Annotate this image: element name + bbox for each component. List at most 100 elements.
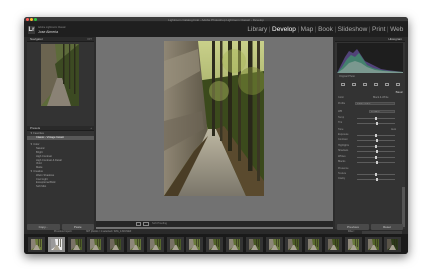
filmstrip-thumbnail[interactable] xyxy=(325,237,342,252)
filmstrip-thumbnail[interactable] xyxy=(285,237,303,252)
temp-slider[interactable] xyxy=(357,116,395,120)
filmstrip-count: 307 photos / 1 selected / IMG_1319.NEF xyxy=(86,230,132,234)
auto-tone-button[interactable]: Auto xyxy=(391,128,396,131)
thumbnail-image xyxy=(169,239,181,250)
before-after-icon[interactable] xyxy=(143,222,149,226)
thumbnail-image xyxy=(229,239,240,250)
spot-removal-icon[interactable] xyxy=(351,83,356,86)
left-panel: Navigator FIT Presets + ▼ Favorites Class… xyxy=(27,37,94,229)
navigator-preview[interactable] xyxy=(41,44,79,106)
contrast-label: Contrast xyxy=(338,138,348,141)
tint-slider[interactable] xyxy=(357,121,395,125)
develop-toolbar: Soft Proofing xyxy=(96,221,333,227)
adjustment-brush-icon[interactable] xyxy=(395,83,400,86)
exposure-slider[interactable] xyxy=(357,133,395,137)
module-print[interactable]: Print xyxy=(370,26,387,34)
filmstrip-thumbnail[interactable] xyxy=(146,237,164,252)
image-display-area xyxy=(96,37,333,229)
wb-dropdown[interactable]: As Shot xyxy=(369,109,395,113)
filmstrip-thumbnail[interactable] xyxy=(87,237,105,252)
radial-filter-icon[interactable] xyxy=(384,83,389,86)
main-photo[interactable] xyxy=(164,41,264,196)
tool-strip xyxy=(337,82,403,87)
filmstrip-thumbnail[interactable] xyxy=(226,237,243,252)
thumbnail-image xyxy=(367,239,379,250)
module-slideshow[interactable]: Slideshow xyxy=(336,26,369,34)
module-map[interactable]: Map xyxy=(299,26,315,34)
profile-dropdown[interactable]: Adobe Color xyxy=(355,101,395,105)
filmstrip-thumbnail[interactable] xyxy=(265,237,283,252)
filmstrip-thumbnail[interactable] xyxy=(245,237,263,252)
wb-label: WB xyxy=(338,110,343,113)
whites-label: Whites xyxy=(338,155,346,158)
whites-slider[interactable] xyxy=(357,155,395,159)
thumbnail-image xyxy=(209,239,221,250)
right-panel-scrollbar[interactable] xyxy=(402,187,405,227)
thumbnail-image xyxy=(308,239,320,250)
presence-label: Presence xyxy=(338,167,349,170)
graduated-filter-icon[interactable] xyxy=(373,83,378,86)
contrast-slider[interactable] xyxy=(357,138,395,142)
owner-name: Jose Almeria xyxy=(38,29,59,34)
module-library[interactable]: Library xyxy=(246,26,269,34)
thumbnail-image xyxy=(248,239,260,250)
presets-label: Presets xyxy=(30,126,41,130)
module-develop[interactable]: Develop xyxy=(270,26,297,34)
add-preset-icon[interactable]: + xyxy=(90,126,92,131)
presets-header[interactable]: Presets + xyxy=(27,126,94,131)
lightroom-window: Lightroom Catalog.lrcat - Adobe Photosho… xyxy=(24,17,408,254)
lightroom-logo: Lr xyxy=(28,26,35,34)
filmstrip-thumbnail[interactable] xyxy=(186,237,204,252)
thumbnail-image xyxy=(31,239,42,250)
histogram-header[interactable]: Histogram xyxy=(335,37,405,42)
thumbnail-image xyxy=(50,239,62,250)
thumbnail-image xyxy=(149,239,161,250)
red-eye-icon[interactable] xyxy=(362,83,367,86)
filmstrip-thumbnail[interactable] xyxy=(384,237,402,252)
right-panel: Histogram Original Photo Basic Color Bla… xyxy=(335,37,405,229)
filmstrip-source[interactable]: Previous Import xyxy=(54,230,72,233)
thumbnail-image xyxy=(387,239,399,250)
filmstrip-thumbnail[interactable] xyxy=(305,237,323,252)
navigator-fit-option[interactable]: FIT xyxy=(88,37,93,42)
texture-label: Texture xyxy=(338,172,347,175)
thumbnail-image xyxy=(70,239,82,250)
texture-slider[interactable] xyxy=(357,172,395,176)
profile-label: Profile xyxy=(338,102,346,105)
thumbnail-image xyxy=(288,239,300,250)
tint-label: Tint xyxy=(338,121,343,124)
loupe-view-icon[interactable] xyxy=(136,222,141,226)
filmstrip xyxy=(24,234,408,254)
blacks-slider[interactable] xyxy=(357,160,395,164)
temp-label: Temp xyxy=(338,116,345,119)
navigator-header[interactable]: Navigator FIT xyxy=(27,37,94,42)
identity-plate: Lr Adobe Lightroom Classic Jose Almeria … xyxy=(24,22,408,37)
clarity-slider[interactable] xyxy=(357,177,395,181)
thumbnail-image xyxy=(347,239,359,250)
preset-item[interactable]: Soft Mist xyxy=(27,185,94,189)
filmstrip-thumbnail[interactable] xyxy=(47,237,65,252)
highlights-slider[interactable] xyxy=(357,144,395,148)
clarity-label: Clarity xyxy=(338,177,346,180)
module-web[interactable]: Web xyxy=(389,26,405,34)
basic-panel-header[interactable]: Basic xyxy=(396,90,403,94)
module-book[interactable]: Book xyxy=(316,26,334,34)
module-picker: Library | Develop | Map | Book | Slideshow | Print… xyxy=(246,26,405,34)
filmstrip-thumbnail[interactable] xyxy=(107,237,125,252)
filmstrip-thumbnail[interactable] xyxy=(364,237,382,252)
filmstrip-thumbnail[interactable] xyxy=(67,237,85,252)
filmstrip-thumbnail[interactable] xyxy=(28,237,45,252)
treatment-color[interactable]: Color xyxy=(338,96,344,99)
filmstrip-thumbnail[interactable] xyxy=(127,237,144,252)
highlights-label: Highlights xyxy=(338,144,349,147)
shadows-label: Shadows xyxy=(338,149,349,152)
crop-tool-icon[interactable] xyxy=(340,83,345,86)
filmstrip-thumbnail[interactable] xyxy=(206,237,224,252)
soft-proofing-toggle[interactable]: Soft Proofing xyxy=(152,222,167,225)
filmstrip-thumbnail[interactable] xyxy=(344,237,362,252)
treatment-bw[interactable]: Black & White xyxy=(373,96,389,99)
window-title: Lightroom Catalog.lrcat - Adobe Photosho… xyxy=(168,17,264,22)
filmstrip-filter-label: Filter : xyxy=(348,230,355,234)
shadows-slider[interactable] xyxy=(357,149,395,153)
filmstrip-thumbnail[interactable] xyxy=(166,237,184,252)
